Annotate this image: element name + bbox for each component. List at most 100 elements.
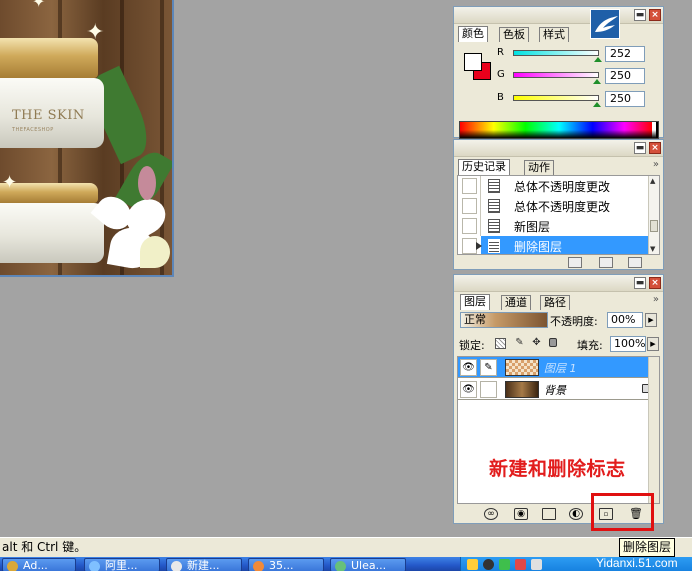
taskbar-task-label: 阿里... bbox=[105, 559, 138, 571]
layers-panel-titlebar[interactable]: ▬ × bbox=[454, 275, 663, 292]
tray-app-icon[interactable] bbox=[467, 559, 478, 570]
layer-row[interactable]: 👁 背景 bbox=[458, 379, 659, 400]
color-panel: ▬ × 颜色 色板 样式 R 252 G 250 B 250 bbox=[453, 6, 664, 139]
channel-r-thumb[interactable] bbox=[594, 57, 603, 62]
layers-scrollbar[interactable] bbox=[648, 357, 659, 503]
taskbar-task[interactable]: Ad... bbox=[2, 558, 76, 571]
taskbar-task[interactable]: 新建... bbox=[166, 558, 242, 571]
link-layers-icon[interactable]: ∞ bbox=[484, 508, 498, 520]
channel-b-thumb[interactable] bbox=[593, 102, 602, 107]
history-item[interactable]: 新图层 bbox=[458, 216, 648, 236]
history-panel-titlebar[interactable]: ▬ × bbox=[454, 140, 663, 157]
eye-icon[interactable]: 👁 bbox=[460, 381, 477, 398]
history-panel-tabs: 历史记录 动作 » bbox=[454, 157, 663, 175]
blend-mode-select[interactable]: 正常 bbox=[460, 312, 548, 328]
fill-arrow-icon[interactable]: ▶ bbox=[647, 337, 659, 351]
close-icon[interactable]: × bbox=[649, 9, 661, 21]
scroll-up-icon[interactable]: ▲ bbox=[650, 177, 655, 185]
channel-r-slider[interactable] bbox=[513, 50, 599, 56]
tab-swatches[interactable]: 色板 bbox=[499, 27, 529, 42]
new-group-icon[interactable] bbox=[542, 508, 556, 520]
opacity-arrow-icon[interactable]: ▶ bbox=[645, 313, 657, 327]
link-icon[interactable] bbox=[480, 381, 497, 398]
lock-label: 锁定: bbox=[459, 339, 485, 352]
layer-thumbnail bbox=[505, 381, 539, 398]
close-icon[interactable]: × bbox=[649, 142, 661, 154]
history-item[interactable]: 总体不透明度更改 bbox=[458, 176, 648, 196]
channel-b-value[interactable]: 250 bbox=[605, 91, 645, 107]
foreground-color-swatch[interactable] bbox=[464, 53, 482, 71]
create-document-from-state-icon[interactable] bbox=[568, 257, 582, 268]
panel-menu-icon[interactable]: » bbox=[653, 294, 659, 305]
layer-name[interactable]: 背景 bbox=[544, 382, 566, 398]
history-item-selected[interactable]: 删除图层 bbox=[458, 236, 648, 254]
channel-b-label: B bbox=[497, 92, 504, 103]
color-spectrum-bar[interactable] bbox=[459, 121, 659, 139]
channel-g-thumb[interactable] bbox=[593, 79, 602, 84]
tray-security-icon[interactable] bbox=[515, 559, 526, 570]
lock-brush-icon[interactable]: ✎ bbox=[514, 337, 525, 348]
scroll-thumb[interactable] bbox=[650, 220, 658, 232]
minimize-icon[interactable]: ▬ bbox=[634, 142, 646, 154]
add-layer-mask-icon[interactable]: ◉ bbox=[514, 508, 528, 520]
eye-icon[interactable]: 👁 bbox=[460, 359, 477, 376]
tab-layers[interactable]: 图层 bbox=[460, 294, 490, 310]
tab-color[interactable]: 颜色 bbox=[458, 26, 488, 42]
history-snapshot-checkbox[interactable] bbox=[462, 178, 477, 194]
history-panel: ▬ × 历史记录 动作 » 总体不透明度更改 总体不透明度更改 新图层 删除图层… bbox=[453, 139, 664, 270]
tab-channels[interactable]: 通道 bbox=[501, 295, 531, 310]
close-icon[interactable]: × bbox=[649, 277, 661, 289]
color-panel-titlebar[interactable]: ▬ × bbox=[454, 7, 663, 24]
opacity-input[interactable]: 00% bbox=[607, 312, 643, 328]
jar-brand-logo: THE SKIN bbox=[12, 108, 85, 123]
tray-qq-icon[interactable] bbox=[483, 559, 494, 570]
layers-panel: ▬ × 图层 通道 路径 » 正常 不透明度: 00% ▶ 锁定: ✎ ✥ 填充… bbox=[453, 274, 664, 524]
panel-menu-icon[interactable]: » bbox=[653, 159, 659, 170]
minimize-icon[interactable]: ▬ bbox=[634, 9, 646, 21]
fill-input[interactable]: 100% bbox=[610, 336, 646, 352]
history-snapshot-checkbox[interactable] bbox=[462, 218, 477, 234]
blend-mode-value: 正常 bbox=[464, 313, 486, 326]
history-item-label: 总体不透明度更改 bbox=[514, 180, 611, 194]
trash-icon[interactable] bbox=[628, 257, 642, 268]
jar-brand-subtext: THEFACESHOP bbox=[12, 127, 54, 133]
minimize-icon[interactable]: ▬ bbox=[634, 277, 646, 289]
lock-transparency-icon[interactable] bbox=[495, 338, 506, 349]
tray-network-icon[interactable] bbox=[499, 559, 510, 570]
history-item-label: 删除图层 bbox=[514, 240, 563, 254]
tab-history[interactable]: 历史记录 bbox=[458, 159, 510, 175]
tab-paths[interactable]: 路径 bbox=[540, 295, 570, 310]
channel-b-slider[interactable] bbox=[513, 95, 599, 101]
layer-row[interactable]: 👁 ✎ 图层 1 bbox=[458, 357, 659, 378]
document-canvas[interactable]: THE SKIN THEFACESHOP ✦ ✦ ✦ bbox=[0, 0, 174, 277]
color-panel-tabs: 颜色 色板 样式 bbox=[454, 24, 663, 42]
tab-actions[interactable]: 动作 bbox=[524, 160, 554, 175]
adjustment-layer-icon[interactable]: ◐ bbox=[569, 508, 583, 520]
history-snapshot-checkbox[interactable] bbox=[462, 238, 477, 254]
history-item[interactable]: 总体不透明度更改 bbox=[458, 196, 648, 216]
lock-move-icon[interactable]: ✥ bbox=[531, 337, 542, 348]
annotation-highlight-box bbox=[591, 493, 654, 531]
history-state-marker-icon[interactable] bbox=[476, 242, 482, 250]
scroll-down-icon[interactable]: ▼ bbox=[650, 245, 655, 253]
status-bar: alt 和 Ctrl 键。 bbox=[0, 537, 692, 557]
taskbar-task[interactable]: Ulea... bbox=[330, 558, 406, 571]
snapshot-camera-icon[interactable] bbox=[599, 257, 613, 268]
brush-icon[interactable]: ✎ bbox=[480, 359, 497, 376]
opacity-label: 不透明度: bbox=[550, 315, 598, 328]
tray-volume-icon[interactable] bbox=[531, 559, 542, 570]
taskbar-task-label: Ulea... bbox=[351, 559, 387, 571]
document-icon bbox=[171, 561, 182, 571]
channel-r-value[interactable]: 252 bbox=[605, 46, 645, 62]
history-snapshot-checkbox[interactable] bbox=[462, 198, 477, 214]
app-icon bbox=[335, 561, 346, 571]
lock-all-icon[interactable] bbox=[549, 338, 557, 347]
layer-name[interactable]: 图层 1 bbox=[544, 360, 577, 376]
channel-g-slider[interactable] bbox=[513, 72, 599, 78]
channel-g-value[interactable]: 250 bbox=[605, 68, 645, 84]
history-scrollbar[interactable]: ▲ ▼ bbox=[648, 176, 659, 254]
tooltip: 删除图层 bbox=[619, 538, 676, 557]
tab-styles[interactable]: 样式 bbox=[539, 27, 569, 42]
taskbar-task[interactable]: 阿里... bbox=[84, 558, 160, 571]
taskbar-task[interactable]: 35... bbox=[248, 558, 324, 571]
